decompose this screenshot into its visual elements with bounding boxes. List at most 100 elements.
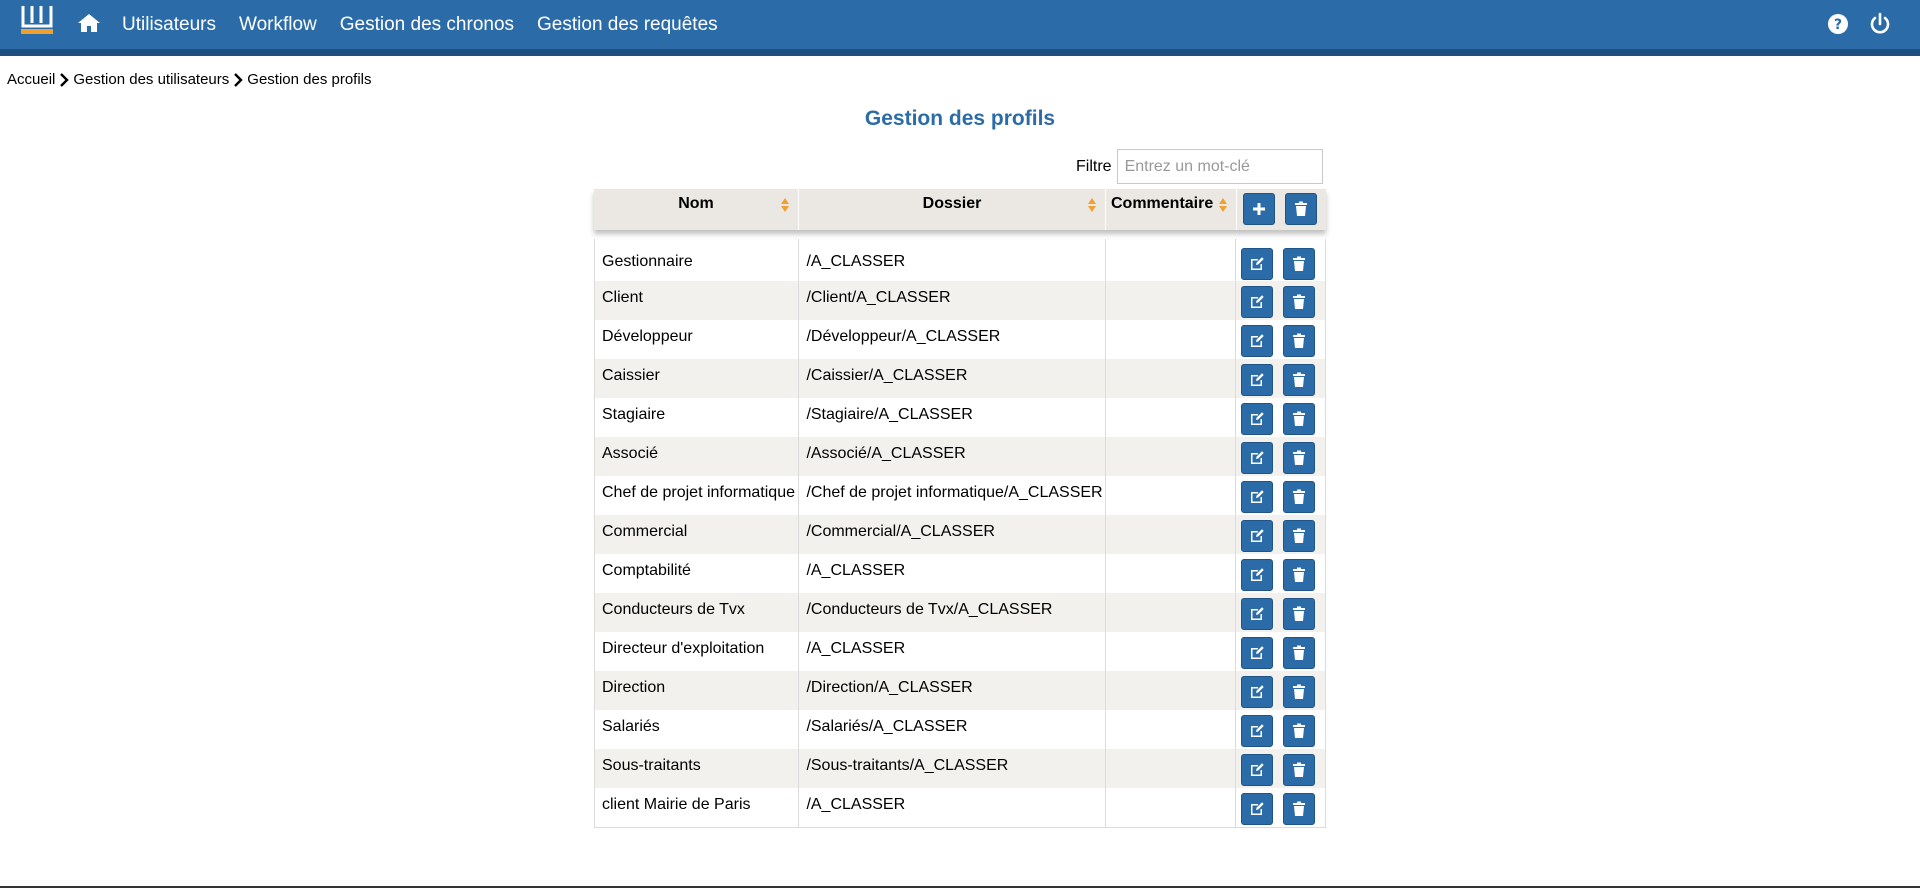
cell-actions	[1236, 710, 1325, 749]
delete-profile-button[interactable]	[1283, 754, 1316, 786]
edit-profile-button[interactable]	[1241, 520, 1274, 552]
cell-dossier: /Chef de projet informatique/A_CLASSER	[799, 476, 1106, 515]
cell-dossier: /Stagiaire/A_CLASSER	[799, 398, 1106, 437]
cell-actions	[1236, 788, 1325, 827]
edit-profile-button[interactable]	[1241, 754, 1274, 786]
filter-input[interactable]	[1116, 149, 1323, 184]
delete-profile-button[interactable]	[1283, 442, 1316, 474]
edit-profile-button[interactable]	[1241, 481, 1274, 513]
power-icon[interactable]	[1868, 12, 1892, 36]
chevron-right-icon	[234, 72, 243, 87]
breadcrumb-gestion-utilisateurs[interactable]: Gestion des utilisateurs	[73, 71, 229, 88]
trash-icon	[1293, 450, 1306, 465]
edit-icon	[1251, 373, 1264, 386]
trash-icon	[1293, 801, 1306, 816]
help-icon[interactable]: ?	[1826, 12, 1850, 36]
edit-profile-button[interactable]	[1241, 676, 1274, 708]
nav-link-utilisateurs[interactable]: Utilisateurs	[122, 14, 216, 36]
table-row: Stagiaire/Stagiaire/A_CLASSER	[595, 398, 1325, 437]
cell-actions	[1236, 476, 1325, 515]
cell-actions	[1236, 320, 1325, 359]
delete-profile-button[interactable]	[1283, 793, 1316, 825]
nav-link-gestion-chronos[interactable]: Gestion des chronos	[340, 14, 514, 36]
cell-commentaire	[1106, 239, 1237, 281]
cell-dossier: /Direction/A_CLASSER	[799, 671, 1106, 710]
column-header-nom[interactable]: Nom	[594, 189, 799, 230]
edit-icon	[1251, 607, 1264, 620]
delete-profile-button[interactable]	[1283, 598, 1316, 630]
cell-nom: Développeur	[595, 320, 800, 359]
edit-icon	[1251, 257, 1264, 270]
nav-link-workflow[interactable]: Workflow	[239, 14, 317, 36]
cell-nom: Commercial	[595, 515, 800, 554]
edit-icon	[1251, 646, 1264, 659]
cell-dossier: /Salariés/A_CLASSER	[799, 710, 1106, 749]
table-body: Gestionnaire/A_CLASSER Client/Client/A_CL…	[594, 239, 1326, 828]
table-row: Développeur/Développeur/A_CLASSER	[595, 320, 1325, 359]
cell-nom: Conducteurs de Tvx	[595, 593, 800, 632]
delete-profile-button[interactable]	[1283, 286, 1316, 318]
delete-profile-button[interactable]	[1283, 676, 1316, 708]
trash-icon	[1293, 684, 1306, 699]
edit-profile-button[interactable]	[1241, 403, 1274, 435]
delete-profile-button[interactable]	[1283, 248, 1316, 280]
edit-profile-button[interactable]	[1241, 715, 1274, 747]
delete-profile-button[interactable]	[1283, 520, 1316, 552]
edit-profile-button[interactable]	[1241, 286, 1274, 318]
cell-dossier: /Associé/A_CLASSER	[799, 437, 1106, 476]
cell-nom: Gestionnaire	[595, 239, 800, 281]
trash-icon	[1293, 294, 1306, 309]
cell-dossier: /Sous-traitants/A_CLASSER	[799, 749, 1106, 788]
cell-actions	[1236, 239, 1325, 281]
edit-icon	[1251, 529, 1264, 542]
trash-icon	[1293, 372, 1306, 387]
cell-dossier: /Commercial/A_CLASSER	[799, 515, 1106, 554]
add-profile-button[interactable]	[1243, 193, 1275, 225]
delete-profile-button[interactable]	[1283, 559, 1316, 591]
app-logo-icon[interactable]	[20, 4, 54, 36]
cell-commentaire	[1106, 320, 1237, 359]
delete-profile-button[interactable]	[1283, 715, 1316, 747]
edit-icon	[1251, 295, 1264, 308]
table-row: Associé/Associé/A_CLASSER	[595, 437, 1325, 476]
edit-profile-button[interactable]	[1241, 248, 1274, 280]
edit-icon	[1251, 412, 1264, 425]
sort-icon	[781, 198, 789, 212]
home-icon[interactable]	[77, 11, 101, 35]
edit-profile-button[interactable]	[1241, 559, 1274, 591]
delete-profile-button[interactable]	[1283, 403, 1316, 435]
edit-profile-button[interactable]	[1241, 364, 1274, 396]
trash-icon	[1293, 606, 1306, 621]
cell-commentaire	[1106, 593, 1237, 632]
table-row: client Mairie de Paris/A_CLASSER	[595, 788, 1325, 827]
nav-link-gestion-requetes[interactable]: Gestion des requêtes	[537, 14, 718, 36]
delete-profile-button[interactable]	[1283, 364, 1316, 396]
edit-icon	[1251, 724, 1264, 737]
trash-icon	[1293, 411, 1306, 426]
column-header-dossier[interactable]: Dossier	[799, 189, 1106, 230]
trash-icon	[1293, 567, 1306, 582]
cell-nom: Chef de projet informatique	[595, 476, 800, 515]
cell-actions	[1236, 593, 1325, 632]
edit-profile-button[interactable]	[1241, 325, 1274, 357]
cell-nom: Stagiaire	[595, 398, 800, 437]
column-header-commentaire[interactable]: Commentaire	[1106, 189, 1237, 230]
delete-profile-button[interactable]	[1283, 325, 1316, 357]
edit-profile-button[interactable]	[1241, 637, 1274, 669]
cell-actions	[1236, 398, 1325, 437]
edit-profile-button[interactable]	[1241, 793, 1274, 825]
edit-icon	[1251, 802, 1264, 815]
cell-commentaire	[1106, 554, 1237, 593]
edit-profile-button[interactable]	[1241, 442, 1274, 474]
delete-selected-button[interactable]	[1285, 193, 1317, 225]
cell-commentaire	[1106, 671, 1237, 710]
trash-icon	[1293, 256, 1306, 271]
edit-profile-button[interactable]	[1241, 598, 1274, 630]
delete-profile-button[interactable]	[1283, 481, 1316, 513]
filter-bar: Filtre	[1076, 149, 1323, 184]
delete-profile-button[interactable]	[1283, 637, 1316, 669]
cell-commentaire	[1106, 359, 1237, 398]
cell-commentaire	[1106, 710, 1237, 749]
breadcrumb-accueil[interactable]: Accueil	[7, 71, 55, 88]
edit-icon	[1251, 451, 1264, 464]
